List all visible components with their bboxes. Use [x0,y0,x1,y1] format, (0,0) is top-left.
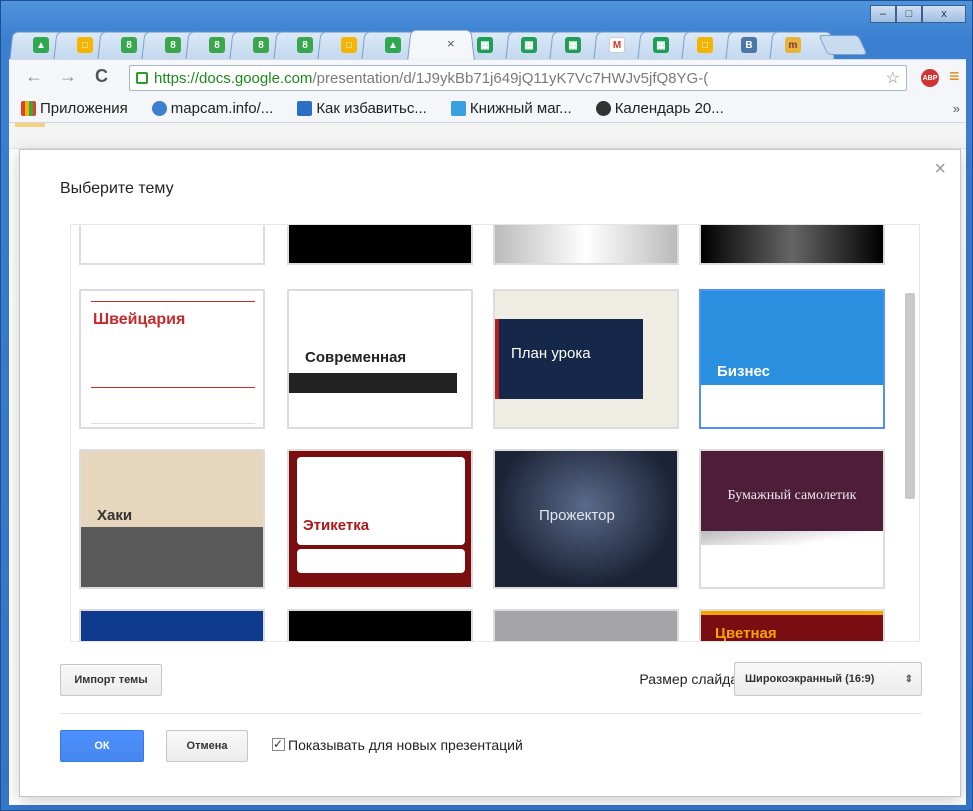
bookmark-label: Календарь 20... [614,100,724,117]
theme-card-gray[interactable] [493,609,679,641]
slide-size-value: Широкоэкранный (16:9) [745,673,875,685]
site-icon [297,101,313,116]
calendar-icon [595,101,611,116]
theme-card-silver[interactable] [493,225,679,265]
bookmark-bookstore[interactable]: Книжный маг... [450,100,572,117]
sheets-icon: ▦ [521,37,537,53]
drive-icon: ▲ [33,37,49,53]
import-theme-button[interactable]: Импорт темы [60,664,162,696]
browser-window: – □ x ▲ □ 8 8 8 8 8 □ ▲ × ▦ ▦ ▦ M ▦ □ B … [0,0,973,811]
globe-icon [151,101,167,116]
close-window-button[interactable]: x [922,5,966,23]
bookmarks-more-button[interactable]: » [953,101,960,116]
bookmark-label: Приложения [40,100,128,117]
slide-size-select[interactable]: Широкоэкранный (16:9) ⇕ [734,662,922,696]
theme-name: Бумажный самолетик [727,488,857,503]
theme-card-lesson-plan[interactable]: План урока [493,289,679,429]
cancel-button[interactable]: Отмена [166,730,248,762]
dialog-title: Выберите тему [60,180,174,197]
theme-card-spotlight[interactable]: Прожектор [493,449,679,589]
theme-name: Хаки [97,507,133,524]
address-bar[interactable]: https://docs.google.com /presentation/d/… [129,65,907,91]
bookmark-how-to[interactable]: Как избавитьс... [297,100,427,117]
reload-icon[interactable]: C [95,66,108,87]
bookmark-apps[interactable]: Приложения [21,100,128,117]
google-icon: 8 [297,37,313,53]
bookmark-calendar[interactable]: Календарь 20... [595,100,724,117]
adblock-icon[interactable]: ABP [921,69,939,87]
dialog-footer: ОК Отмена ✓ Показывать для новых презент… [60,730,922,770]
google-icon: 8 [165,37,181,53]
book-icon [450,101,466,116]
slides-icon: □ [77,37,93,53]
theme-card-khaki[interactable]: Хаки [79,449,265,589]
url-path: /presentation/d/1J9ykBb71j649jQ11yK7Vc7H… [312,69,709,87]
apps-icon [21,101,36,116]
theme-card-business[interactable]: Бизнес [699,289,885,429]
theme-name: Прожектор [539,507,615,524]
bookmark-label: Книжный маг... [469,100,572,117]
window-controls: – □ x [870,5,966,23]
gmail-icon: M [609,37,625,53]
google-icon: 8 [209,37,225,53]
star-icon[interactable]: ☆ [886,68,900,88]
show-for-new-label: Показывать для новых презентаций [288,737,523,753]
tab-strip: ▲ □ 8 8 8 8 8 □ ▲ × ▦ ▦ ▦ M ▦ □ B m [9,25,871,60]
theme-name: Швейцария [93,311,186,328]
theme-card-label[interactable]: Этикетка [287,449,473,589]
theme-card-dark-gradient[interactable] [699,225,885,265]
google-icon: 8 [253,37,269,53]
dialog-options-bar: Импорт темы Размер слайда: Широкоэкранны… [60,662,922,702]
theme-card-paper-plane[interactable]: Бумажный самолетик [699,449,885,589]
theme-card-black-2[interactable] [287,609,473,641]
back-icon[interactable]: ← [25,66,43,87]
drive-icon: ▲ [385,37,401,53]
sheets-icon: ▦ [565,37,581,53]
page-strip [9,123,966,149]
maximize-button[interactable]: □ [896,5,922,23]
theme-dialog: × Выберите тему Швейцария Современная Пл… [19,149,961,797]
slides-icon: □ [341,37,357,53]
theme-name: Этикетка [303,517,370,534]
theme-card-modern[interactable]: Современная [287,289,473,429]
lock-icon [136,72,148,84]
new-tab-button[interactable] [818,35,868,55]
bookmark-label: Как избавитьс... [316,100,427,117]
theme-grid: Швейцария Современная План урока Бизнес … [70,224,920,642]
theme-scrollbar[interactable] [905,293,915,499]
bookmarks-bar: Приложения mapcam.info/... Как избавитьс… [9,95,966,123]
theme-card-colorful[interactable]: Цветная [699,609,885,642]
theme-name: Бизнес [717,363,771,380]
chevron-updown-icon: ⇕ [904,673,913,685]
theme-card-black[interactable] [287,225,473,265]
bookmark-mapcam[interactable]: mapcam.info/... [151,100,274,117]
vk-icon: B [741,37,757,53]
google-icon: 8 [121,37,137,53]
ok-button[interactable]: ОК [60,730,144,762]
theme-card-blue[interactable] [79,609,265,641]
menu-icon[interactable]: ≡ [949,66,960,87]
slides-icon: □ [697,37,713,53]
forward-icon[interactable]: → [59,66,77,87]
dialog-divider [60,713,922,714]
bookmark-label: mapcam.info/... [170,100,274,117]
theme-card-white[interactable] [79,225,265,265]
sheets-icon: ▦ [653,37,669,53]
close-icon[interactable]: × [447,36,455,51]
slide-size-label: Размер слайда: [639,671,742,687]
sheets-icon: ▦ [477,37,493,53]
close-icon[interactable]: × [934,158,946,181]
minimize-button[interactable]: – [870,5,896,23]
browser-toolbar: ← → C https://docs.google.com /presentat… [9,59,966,95]
url-host: https://docs.google.com [154,69,313,87]
tab-active[interactable] [407,29,475,60]
theme-name: План урока [511,345,591,362]
show-for-new-checkbox[interactable]: ✓ [272,738,285,751]
theme-card-switzerland[interactable]: Швейцария [79,289,265,429]
theme-name: Цветная [715,625,777,642]
site-icon: m [785,37,801,53]
theme-name: Современная [305,349,407,366]
